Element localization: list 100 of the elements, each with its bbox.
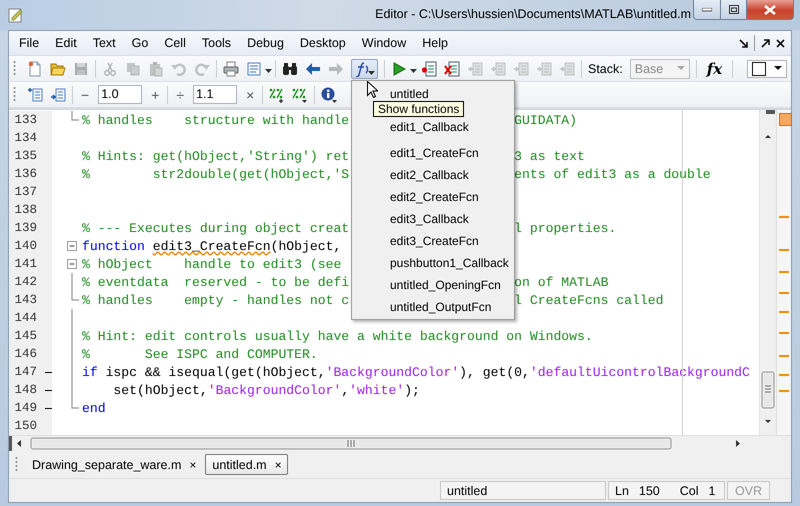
code-line: set(hObject,'BackgroundColor','white'); [112,382,420,398]
caret-icon [676,66,685,71]
function-item[interactable]: untitled_OpeningFcn [390,278,501,292]
app-icon [8,7,24,23]
insert-cell-icon[interactable] [27,86,43,102]
fold-toggle-icon[interactable] [67,241,77,251]
clear-breakpoints-icon[interactable] [444,60,460,76]
line-label: Ln [615,484,629,498]
code-line: % eventdata reserved - to be defi [82,274,350,290]
mouse-cursor-icon [367,81,378,98]
tooltip: Show functions [373,101,464,117]
code-line: GUIDATA) [514,112,578,128]
color-dropdown[interactable] [747,60,787,78]
line-number: 146 [13,347,37,361]
code-line: on of MATLAB [514,274,608,290]
line-number: 144 [13,311,37,325]
line-number: 139 [13,221,37,235]
code-line: l CreateFcns called [514,292,664,308]
menu-item[interactable]: Edit [47,34,85,52]
menu-item[interactable]: Help [414,34,456,52]
new-file-icon[interactable] [27,60,43,76]
cell-step-button[interactable]: + [149,86,162,102]
menu-item[interactable]: Text [84,34,124,52]
line-number: 140 [13,239,37,253]
function-item[interactable]: edit1_Callback [390,120,469,134]
cell-icon[interactable] [292,86,308,102]
code-line: 3 as text [514,148,585,164]
function-item[interactable]: edit3_Callback [390,212,469,226]
function-item[interactable]: untitled_OutputFcn [390,300,492,314]
line-number: 148 [13,383,37,397]
printer-icon[interactable] [223,60,239,76]
line-value: 150 [638,484,660,498]
status-indicator[interactable] [779,113,792,126]
overwrite-indicator: OVR [727,481,770,500]
caret-icon[interactable] [410,69,417,74]
close-tab-button[interactable]: × [187,458,198,472]
menu-item[interactable]: File [11,34,48,52]
breakpoint-icon[interactable] [421,60,437,76]
dock-icon[interactable] [739,38,748,48]
caret-icon[interactable] [265,69,272,74]
function-item[interactable]: edit1_CreateFcn [390,146,479,160]
line-number: 141 [13,257,37,271]
close-tab-button[interactable]: × [272,458,284,472]
restore-icon [728,5,738,14]
open-folder-icon[interactable] [50,60,66,76]
code-line: if ispc && isequal(get(hObject,'BackgroundColor'), get(0,'defaultUicontrolBackgroundC [82,364,750,380]
close-icon [764,4,776,14]
cell-step-button[interactable]: − [79,86,92,102]
close-icon[interactable] [776,38,785,48]
cell-break-icon[interactable] [50,86,66,102]
file-tab[interactable]: Drawing_separate_ware.m × [25,454,202,475]
menu-item[interactable]: Tools [194,34,240,52]
code-line: % Hints: get(hObject,'String') ret [82,148,350,164]
code-line: function edit3_CreateFcn(hObject, [82,238,342,254]
code-line: % str2double(get(hObject,'S [82,166,350,182]
menu-item[interactable]: Window [354,34,414,52]
line-number: 137 [13,185,37,199]
cell-step-button[interactable]: × [244,86,256,102]
number-field[interactable]: 1.0 [98,85,142,104]
minimize-button[interactable] [693,0,721,20]
line-number: 145 [13,329,37,343]
cell-plus-icon[interactable] [269,86,286,102]
close-button[interactable] [747,0,794,20]
menu-item[interactable]: Desktop [292,34,354,52]
show-functions-button[interactable] [351,58,378,78]
function-item[interactable]: pushbutton1_Callback [390,256,509,270]
binoculars-icon[interactable] [282,60,298,76]
line-number: 142 [13,275,37,289]
info-icon[interactable] [321,86,338,102]
run-icon[interactable] [391,60,407,76]
menu-item[interactable]: Cell [156,34,194,52]
cell-step-button[interactable]: ÷ [174,86,186,102]
function-item[interactable]: edit3_CreateFcn [390,234,479,248]
number-field[interactable]: 1.1 [193,85,238,104]
code-line: ents of edit3 as a double [514,166,711,182]
code-line: % See ISPC and COMPUTER. [82,346,318,362]
menu-item[interactable]: Go [124,34,156,52]
code-line: % handles empty - handles not c [82,292,350,308]
undock-icon[interactable] [761,38,770,48]
menu-item[interactable]: Debug [239,34,292,52]
column-value: 1 [708,484,716,498]
file-tab[interactable]: untitled.m × [205,454,288,475]
function-item[interactable]: edit2_Callback [390,168,469,182]
line-number: 134 [13,131,37,145]
code-line: l properties. [514,220,616,236]
code-line: % handles structure with handle [82,112,350,128]
line-number: 133 [13,113,37,127]
back-arrow-icon[interactable] [305,60,321,76]
line-number: 150 [13,419,37,433]
code-line: % hObject handle to edit3 (see [82,256,342,272]
function-browser-button[interactable]: fx [702,60,726,78]
maximize-button[interactable] [721,0,747,20]
line-number: 143 [13,293,37,307]
fold-toggle-icon[interactable] [67,259,77,269]
line-number: 136 [13,167,37,181]
code-line: % Hint: edit controls usually have a white background on Windows. [82,328,593,344]
function-item[interactable]: untitled [390,87,429,101]
function-item[interactable]: edit2_CreateFcn [390,190,479,204]
column-label: Col [680,484,699,498]
line-number: 138 [13,203,37,217]
